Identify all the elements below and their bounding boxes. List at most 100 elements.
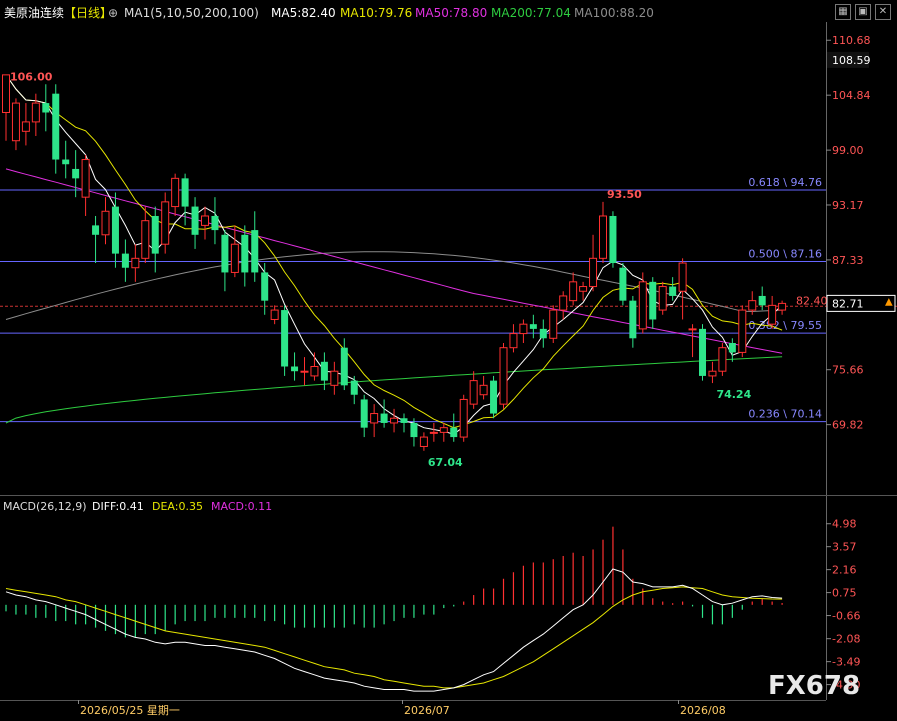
oil-chart: 美原油连续 【日线】 ⊕ MA1(5,10,50,200,100) MA5:82…: [0, 5, 897, 717]
candle-body: [380, 413, 388, 423]
candle-body: [62, 159, 70, 165]
candle-body: [101, 210, 110, 236]
candle-body: [490, 380, 498, 414]
candle-body: [281, 310, 289, 367]
candle-body: [649, 281, 657, 320]
candle-body: [230, 243, 239, 273]
candle-body: [350, 380, 358, 395]
candle-body: [211, 215, 219, 231]
price-plot[interactable]: 110.68 104.84 99.00 93.17 87.33 75.66 69.82 0.6…: [0, 22, 897, 717]
candle-body: [459, 398, 468, 438]
candle-body: [360, 399, 368, 428]
ma5-label: MA5:82.40: [271, 6, 336, 20]
candle-body: [310, 366, 319, 377]
candle-body: [390, 417, 399, 424]
macd-value-label: MACD:0.11: [211, 500, 272, 513]
candle-body: [509, 333, 518, 349]
diff-label: DIFF:0.41: [92, 500, 144, 513]
y-tick-label: 110.68: [832, 34, 871, 47]
candle-body: [549, 309, 558, 339]
y-tick-label: 75.66: [832, 364, 864, 377]
price-annotation: 67.04: [428, 456, 463, 469]
candle-body: [241, 234, 249, 273]
y-tick-label: 104.84: [832, 89, 871, 102]
last-close-label: 82.40: [796, 294, 828, 307]
candle-body: [439, 427, 448, 433]
ma100-label: MA100:88.20: [574, 6, 654, 20]
candle-body: [589, 257, 598, 288]
y-tick-label: 93.17: [832, 199, 864, 212]
current-price-label: 82.71: [832, 297, 864, 310]
candle-body: [111, 206, 119, 254]
macd-y-tick-label: -3.49: [832, 656, 860, 669]
candle-body: [171, 177, 180, 208]
candle-body: [52, 93, 60, 160]
candle-body: [539, 328, 547, 339]
candle-body: [330, 370, 339, 386]
candle-body: [320, 361, 328, 381]
macd-y-tick-label: 3.57: [832, 541, 857, 554]
candle-body: [579, 286, 588, 292]
candle-body: [181, 178, 189, 207]
candle-body: [619, 267, 627, 301]
candle-body: [42, 103, 50, 113]
macd-plot[interactable]: 4.983.572.160.75-0.66-2.08-3.49-4.90: [5, 518, 860, 692]
candle-body: [609, 215, 617, 264]
target-icon[interactable]: ⊕: [108, 6, 118, 20]
candle-body: [31, 102, 40, 123]
candle-body: [718, 347, 727, 372]
candle-body: [778, 302, 787, 311]
highlight-price-label: 108.59: [832, 54, 871, 67]
candle-body: [72, 168, 80, 179]
candle-body: [768, 304, 777, 325]
candle-body: [291, 366, 299, 372]
candle-body: [191, 206, 199, 235]
candle-body: [201, 215, 209, 226]
candle-body: [669, 286, 677, 296]
candle-body: [758, 295, 766, 306]
x-tick-label: 2026/08: [680, 704, 726, 717]
candle-body: [738, 309, 747, 353]
candle-body: [450, 427, 458, 438]
macd-y-tick-label: -0.66: [832, 610, 860, 623]
candle-body: [629, 300, 637, 339]
dea-label: DEA:0.35: [152, 500, 203, 513]
window-toolbar: ▦ ▣ ✕: [835, 4, 891, 20]
restore-icon[interactable]: ▣: [855, 4, 871, 20]
ma-params-label: MA1(5,10,50,200,100): [124, 6, 259, 20]
candle-body: [261, 272, 269, 301]
candle-body: [270, 309, 279, 320]
macd-y-tick-label: 2.16: [832, 564, 857, 577]
y-tick-label: 69.82: [832, 419, 864, 432]
diff-line: [5, 568, 783, 692]
candle-body: [121, 253, 129, 268]
y-tick-label: 87.33: [832, 254, 864, 267]
candle-body: [92, 225, 100, 235]
fib-label: 0.500 \ 87.16: [748, 248, 822, 261]
price-annotation: 74.24: [716, 388, 751, 401]
close-icon[interactable]: ✕: [875, 4, 891, 20]
macd-header: MACD(26,12,9) DIFF:0.41 DEA:0.35 MACD:0.…: [3, 500, 272, 513]
candle-body: [300, 370, 309, 373]
candle-body: [599, 215, 607, 259]
candle-body: [81, 159, 90, 198]
fx678-watermark: FX678: [768, 671, 860, 701]
candle-body: [748, 300, 757, 311]
candle-body: [251, 230, 259, 273]
period-label[interactable]: 【日线】: [64, 6, 112, 20]
candle-body: [370, 413, 379, 424]
candle-body: [728, 342, 736, 353]
candle-body: [2, 74, 10, 113]
candle-body: [699, 328, 706, 376]
fib-label: 0.236 \ 70.14: [748, 408, 822, 421]
candle-body: [688, 328, 697, 331]
candle-body: [559, 295, 568, 311]
alert-marker-icon: ▲: [885, 296, 893, 307]
candle-body: [469, 380, 478, 405]
macd-y-tick-label: -2.08: [832, 633, 860, 646]
ma50-label: MA50:78.80: [415, 6, 487, 20]
candle-body: [638, 281, 647, 330]
candle-body: [519, 323, 528, 335]
ma200-label: MA200:77.04: [491, 6, 571, 20]
grid-icon[interactable]: ▦: [835, 4, 851, 20]
